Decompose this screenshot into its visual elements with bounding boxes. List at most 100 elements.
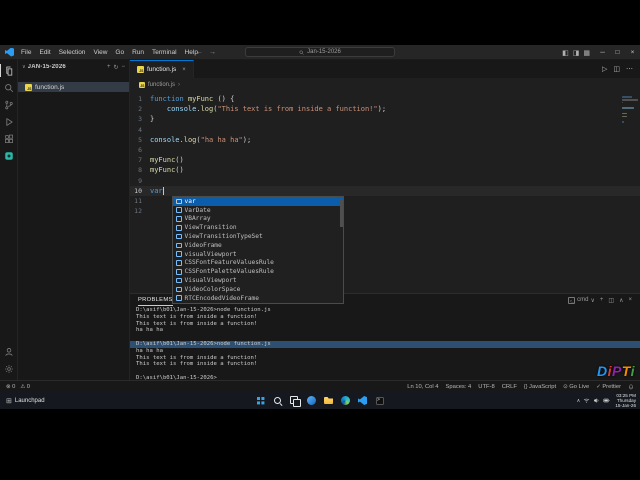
- customize-layout-icon[interactable]: ▦: [583, 49, 590, 57]
- screen: File Edit Selection View Go Run Terminal Help ←…: [0, 0, 640, 480]
- suggest-scrollbar[interactable]: [340, 199, 343, 227]
- explorer-section-header[interactable]: ∨ JAN-15-2026 + ↻ −: [18, 60, 129, 74]
- suggestion-var[interactable]: var: [173, 197, 343, 206]
- indentation[interactable]: Spaces: 4: [446, 384, 472, 390]
- live-server-icon[interactable]: [0, 147, 18, 164]
- encoding[interactable]: UTF-8: [478, 384, 494, 390]
- explorer-icon[interactable]: [0, 62, 18, 79]
- maximize-panel-icon[interactable]: ∧: [619, 297, 623, 304]
- prettier[interactable]: ✓ Prettier: [596, 384, 621, 390]
- more-actions-icon[interactable]: ⋯: [626, 65, 633, 73]
- layout-icons: ◧ ◨ ▦: [562, 45, 590, 60]
- task-view-icon[interactable]: [289, 395, 301, 407]
- minimize-button[interactable]: ─: [595, 45, 610, 60]
- code-line-4[interactable]: 4: [130, 125, 640, 135]
- close-panel-icon[interactable]: ×: [628, 297, 632, 303]
- widgets-icon[interactable]: [306, 395, 317, 406]
- terminal-icon[interactable]: [374, 395, 385, 406]
- start-icon[interactable]: [255, 395, 266, 406]
- close-tab-icon[interactable]: ×: [182, 67, 186, 73]
- toggle-sidebar-icon[interactable]: ◧: [562, 49, 569, 57]
- class-icon: [176, 233, 182, 240]
- go-live[interactable]: ⊙ Go Live: [563, 384, 589, 390]
- run-debug-icon[interactable]: [0, 113, 18, 130]
- search-icon[interactable]: [0, 79, 18, 96]
- vscode-icon[interactable]: [357, 395, 368, 406]
- file-item-function-js[interactable]: function.js: [18, 82, 129, 92]
- code-line-6[interactable]: 6: [130, 145, 640, 155]
- close-button[interactable]: ×: [625, 45, 640, 60]
- shell-selector[interactable]: >_ cmd ∨: [567, 296, 595, 304]
- breadcrumb-item[interactable]: function.js: [148, 82, 175, 88]
- dipti-watermark: DiPTi: [597, 363, 635, 379]
- suggestion-videocolorspace[interactable]: VideoColorSpace: [173, 285, 343, 294]
- notifications-bell-icon[interactable]: [628, 384, 634, 390]
- suggestion-vardate[interactable]: VarDate: [173, 206, 343, 215]
- battery-icon[interactable]: [603, 397, 610, 404]
- suggestion-visualviewport[interactable]: visualViewport: [173, 250, 343, 259]
- menu-selection[interactable]: Selection: [55, 49, 90, 56]
- history-nav: ← →: [196, 45, 216, 60]
- split-terminal-icon[interactable]: ◫: [608, 297, 614, 304]
- taskbar-clock[interactable]: 03:25 PM Thursday 15-Jan-26: [615, 393, 636, 408]
- new-file-icon[interactable]: +: [107, 64, 111, 71]
- source-control-icon[interactable]: [0, 96, 18, 113]
- menu-terminal[interactable]: Terminal: [148, 49, 181, 56]
- toggle-panel-icon[interactable]: ◨: [573, 49, 580, 57]
- code-line-3[interactable]: 3}: [130, 114, 640, 124]
- menu-file[interactable]: File: [17, 49, 35, 56]
- code-line-8[interactable]: 8 myFunc(): [130, 165, 640, 175]
- tab-function-js[interactable]: function.js ×: [130, 60, 194, 78]
- breadcrumb[interactable]: function.js ›: [130, 78, 640, 91]
- suggestion-rtcencodedvideoframe[interactable]: RTCEncodedVideoFrame: [173, 294, 343, 303]
- code-line-5[interactable]: 5 console.log("ha ha ha");: [130, 135, 640, 145]
- file-explorer-icon[interactable]: [323, 395, 334, 406]
- suggestion-cssfontfeaturevaluesrule[interactable]: CSSFontFeatureValuesRule: [173, 259, 343, 268]
- minimap[interactable]: [622, 95, 638, 130]
- js-file-icon: [137, 66, 144, 73]
- tray-chevron-icon[interactable]: ∧: [577, 398, 581, 404]
- warnings-indicator[interactable]: ⚠ 0: [20, 384, 30, 390]
- eol-sequence[interactable]: CRLF: [502, 384, 517, 390]
- code-line-10[interactable]: 10 var: [130, 185, 640, 196]
- menu-run[interactable]: Run: [128, 49, 148, 56]
- suggestion-cssfontpalettevaluesrule[interactable]: CSSFontPaletteValuesRule: [173, 267, 343, 276]
- collapse-folders-icon[interactable]: −: [121, 64, 125, 71]
- menu-go[interactable]: Go: [111, 49, 128, 56]
- vscode-window: File Edit Selection View Go Run Terminal Help ←…: [0, 45, 640, 392]
- refresh-explorer-icon[interactable]: ↻: [113, 64, 118, 71]
- new-terminal-icon[interactable]: +: [600, 297, 604, 303]
- suggestion-visualviewport[interactable]: VisualViewport: [173, 276, 343, 285]
- errors-indicator[interactable]: ⊗ 0: [6, 384, 15, 390]
- back-icon[interactable]: ←: [196, 49, 203, 56]
- terminal-output[interactable]: D:\asif\b01\Jan-15-2026>node function.js…: [130, 306, 640, 380]
- suggestion-vbarray[interactable]: VBArray: [173, 215, 343, 224]
- taskbar-launchpad[interactable]: ⊞ Launchpad: [6, 392, 45, 409]
- suggestion-videoframe[interactable]: VideoFrame: [173, 241, 343, 250]
- settings-icon[interactable]: [0, 360, 18, 377]
- code-line-9[interactable]: 9: [130, 176, 640, 186]
- menu-view[interactable]: View: [89, 49, 111, 56]
- command-center[interactable]: Jan-15-2026: [245, 47, 395, 57]
- extensions-icon[interactable]: [0, 130, 18, 147]
- maximize-button[interactable]: □: [610, 45, 625, 60]
- watermark-letter: T: [621, 363, 631, 379]
- suggestion-viewtransitiontypeset[interactable]: ViewTransitionTypeSet: [173, 232, 343, 241]
- language-mode[interactable]: {} JavaScript: [524, 384, 556, 390]
- cursor-position[interactable]: Ln 10, Col 4: [407, 384, 438, 390]
- volume-icon[interactable]: [593, 397, 600, 404]
- account-icon[interactable]: [0, 343, 18, 360]
- forward-icon[interactable]: →: [209, 49, 216, 56]
- suggestion-viewtransition[interactable]: ViewTransition: [173, 223, 343, 232]
- run-icon[interactable]: ▷: [602, 65, 607, 73]
- tab-problems[interactable]: PROBLEMS: [138, 294, 173, 306]
- code-line-1[interactable]: 1 function myFunc () {: [130, 94, 640, 104]
- terminal-line-8: This text is from inside a function!: [136, 354, 258, 361]
- search-icon[interactable]: [272, 395, 283, 406]
- edge-icon[interactable]: [340, 395, 351, 406]
- code-line-2[interactable]: 2 console.log("This text is from inside …: [130, 104, 640, 114]
- menu-edit[interactable]: Edit: [35, 49, 54, 56]
- code-line-7[interactable]: 7 myFunc(): [130, 155, 640, 165]
- split-editor-icon[interactable]: ◫: [613, 65, 620, 73]
- wifi-icon[interactable]: [583, 397, 590, 404]
